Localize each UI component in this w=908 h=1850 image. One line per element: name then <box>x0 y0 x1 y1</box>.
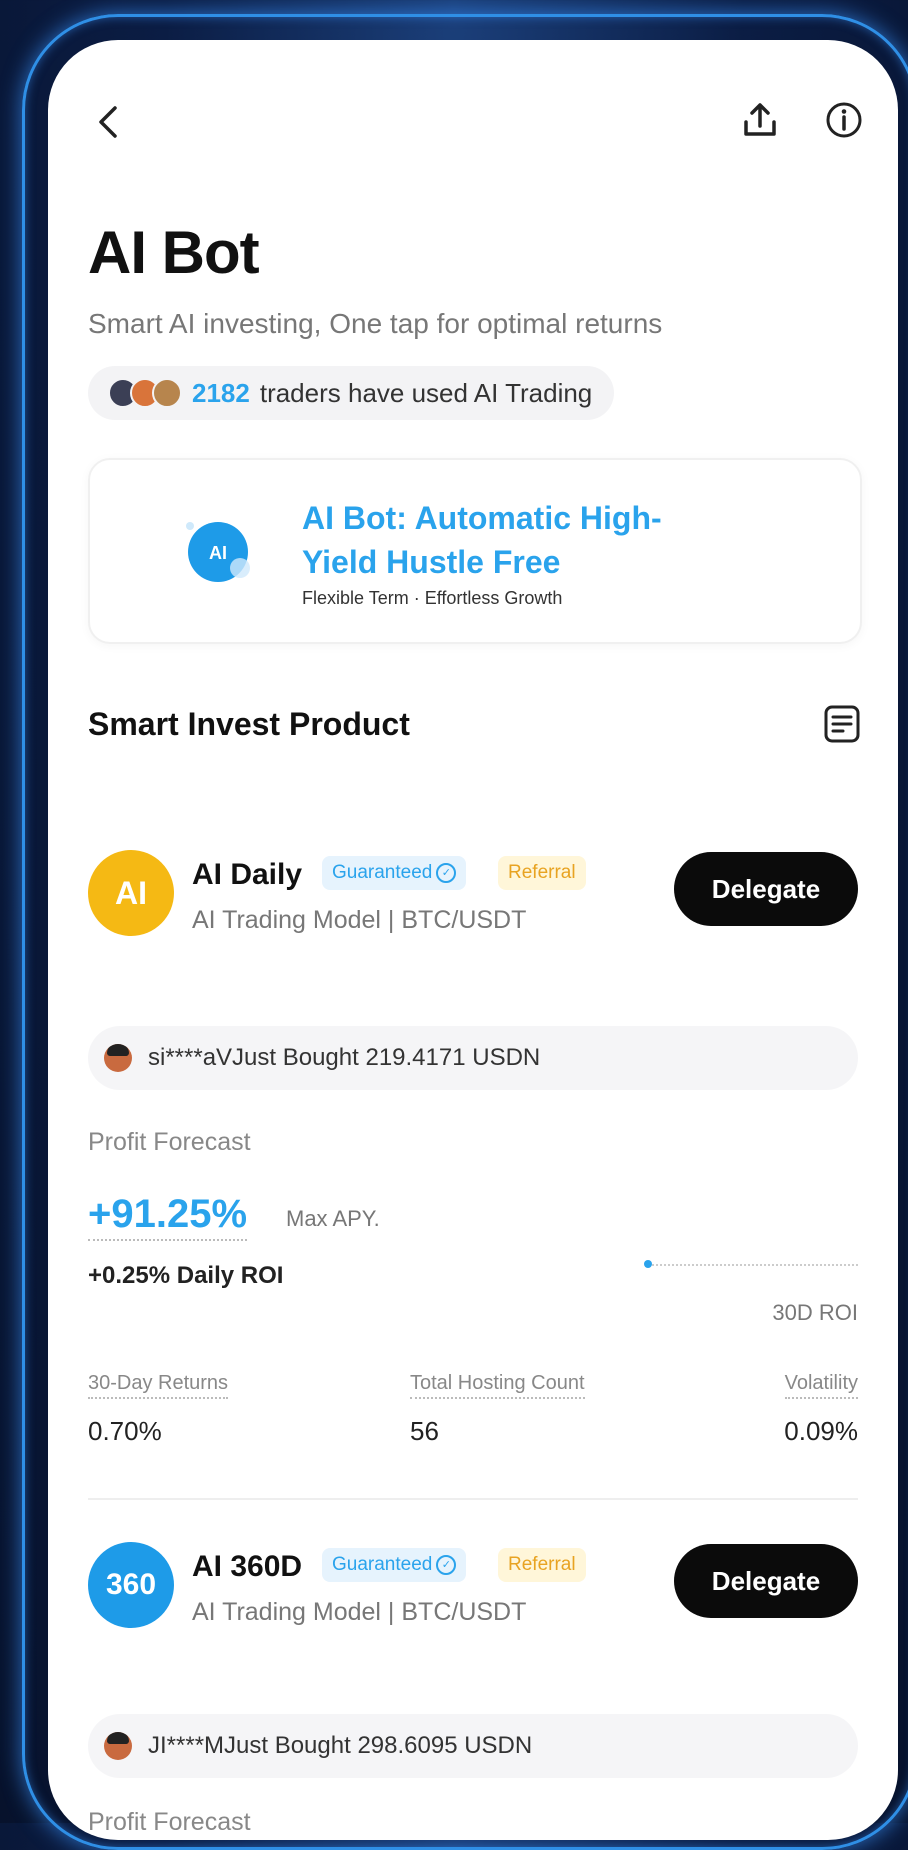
section-title: Smart Invest Product <box>88 706 410 742</box>
max-apy-value[interactable]: +91.25% <box>88 1192 248 1241</box>
info-icon <box>826 102 862 138</box>
guaranteed-badge: Guaranteed ✓ <box>322 1548 467 1582</box>
guaranteed-badge: Guaranteed ✓ <box>322 856 467 890</box>
referral-badge: Referral <box>498 1548 586 1582</box>
referral-badge: Referral <box>498 856 586 890</box>
guaranteed-label: Guaranteed <box>332 1554 433 1575</box>
info-button[interactable] <box>820 96 868 144</box>
buyer-avatar <box>104 1732 132 1760</box>
stat-label-volatility[interactable]: Volatility <box>784 1372 858 1399</box>
stat-label-hosting-count[interactable]: Total Hosting Count <box>410 1372 585 1399</box>
profit-forecast-label: Profit Forecast <box>88 1128 251 1156</box>
product-logo: AI <box>88 850 174 936</box>
chevron-left-icon <box>99 106 117 138</box>
product-name: AI 360D <box>192 1550 303 1583</box>
recent-purchase-text: JI****MJust Bought 298.6095 USDN <box>148 1732 533 1759</box>
app-screen: AI Bot Smart AI investing, One tap for o… <box>48 40 898 1840</box>
roi-period-label: 30D ROI <box>772 1300 858 1325</box>
stat-value-volatility: 0.09% <box>784 1416 858 1446</box>
daily-roi: +0.25% Daily ROI <box>88 1262 284 1289</box>
page-title: AI Bot <box>88 219 260 286</box>
promo-subtitle: Flexible Term · Effortless Growth <box>302 588 563 608</box>
share-icon <box>744 103 776 136</box>
product-model: AI Trading Model | BTC/USDT <box>192 1598 527 1626</box>
product-model: AI Trading Model | BTC/USDT <box>192 906 527 934</box>
traders-pill: 2182 traders have used AI Trading <box>88 366 615 420</box>
recent-purchase-banner: JI****MJust Bought 298.6095 USDN <box>88 1714 858 1778</box>
roi-sparkline <box>648 1264 858 1266</box>
buyer-avatar <box>104 1044 132 1072</box>
traders-count: 2182 <box>192 377 250 408</box>
recent-purchase-banner: si****aVJust Bought 219.4171 USDN <box>88 1026 858 1090</box>
check-icon: ✓ <box>436 863 457 883</box>
product-name: AI Daily <box>192 858 303 891</box>
stat-value-30day-returns: 0.70% <box>88 1416 162 1446</box>
document-icon[interactable] <box>820 702 864 746</box>
ai-bot-logo-icon: AI <box>186 522 250 582</box>
promo-banner[interactable]: AI AI Bot: Automatic High-Yield Hustle F… <box>88 458 862 644</box>
product-logo: 360 <box>88 1542 174 1628</box>
divider <box>88 1498 858 1500</box>
traders-text: traders have used AI Trading <box>259 377 593 408</box>
top-bar <box>48 88 898 158</box>
svg-text:AI: AI <box>209 543 227 563</box>
recent-purchase-text: si****aVJust Bought 219.4171 USDN <box>148 1044 541 1071</box>
check-icon: ✓ <box>436 1555 457 1575</box>
back-button[interactable] <box>84 98 132 146</box>
avatar <box>152 378 182 408</box>
stat-label-30day-returns[interactable]: 30-Day Returns <box>88 1372 229 1399</box>
guaranteed-label: Guaranteed <box>332 862 433 883</box>
share-button[interactable] <box>736 96 784 144</box>
promo-title: AI Bot: Automatic High-Yield Hustle Free <box>302 500 662 580</box>
delegate-button[interactable]: Delegate <box>674 1544 858 1618</box>
max-apy-label: Max APY. <box>286 1206 380 1231</box>
roi-sparkline-point <box>644 1260 652 1268</box>
trader-avatars <box>108 378 182 408</box>
page-subtitle: Smart AI investing, One tap for optimal … <box>88 308 663 339</box>
delegate-button[interactable]: Delegate <box>674 852 858 926</box>
stat-value-hosting-count: 56 <box>410 1416 439 1446</box>
